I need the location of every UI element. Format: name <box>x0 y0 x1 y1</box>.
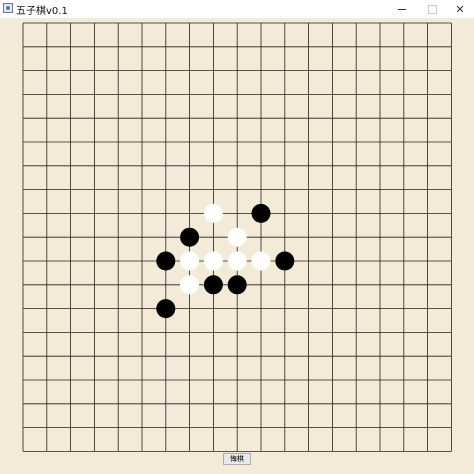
minimize-icon <box>398 8 406 10</box>
white-stone <box>251 251 271 271</box>
undo-button[interactable]: 悔棋 <box>223 453 251 465</box>
black-stone <box>156 251 176 271</box>
game-board[interactable] <box>0 18 474 474</box>
maximize-icon <box>427 4 437 14</box>
black-stone <box>156 299 176 319</box>
white-stone <box>180 275 200 295</box>
white-stone <box>227 227 247 247</box>
black-stone <box>251 203 271 223</box>
close-button[interactable]: ✕ <box>440 0 474 18</box>
game-window: 五子棋v0.1 ✕ 悔棋 <box>0 0 474 474</box>
black-stone <box>180 227 200 247</box>
title-bar[interactable]: 五子棋v0.1 ✕ <box>0 0 474 18</box>
white-stone <box>180 251 200 271</box>
black-stone <box>203 275 223 295</box>
white-stone <box>203 203 223 223</box>
white-stone <box>203 251 223 271</box>
close-icon: ✕ <box>455 2 465 16</box>
game-board-panel[interactable] <box>0 18 474 474</box>
black-stone <box>227 275 247 295</box>
black-stone <box>275 251 295 271</box>
window-title: 五子棋v0.1 <box>16 6 68 17</box>
white-stone <box>227 251 247 271</box>
app-icon <box>3 3 13 13</box>
